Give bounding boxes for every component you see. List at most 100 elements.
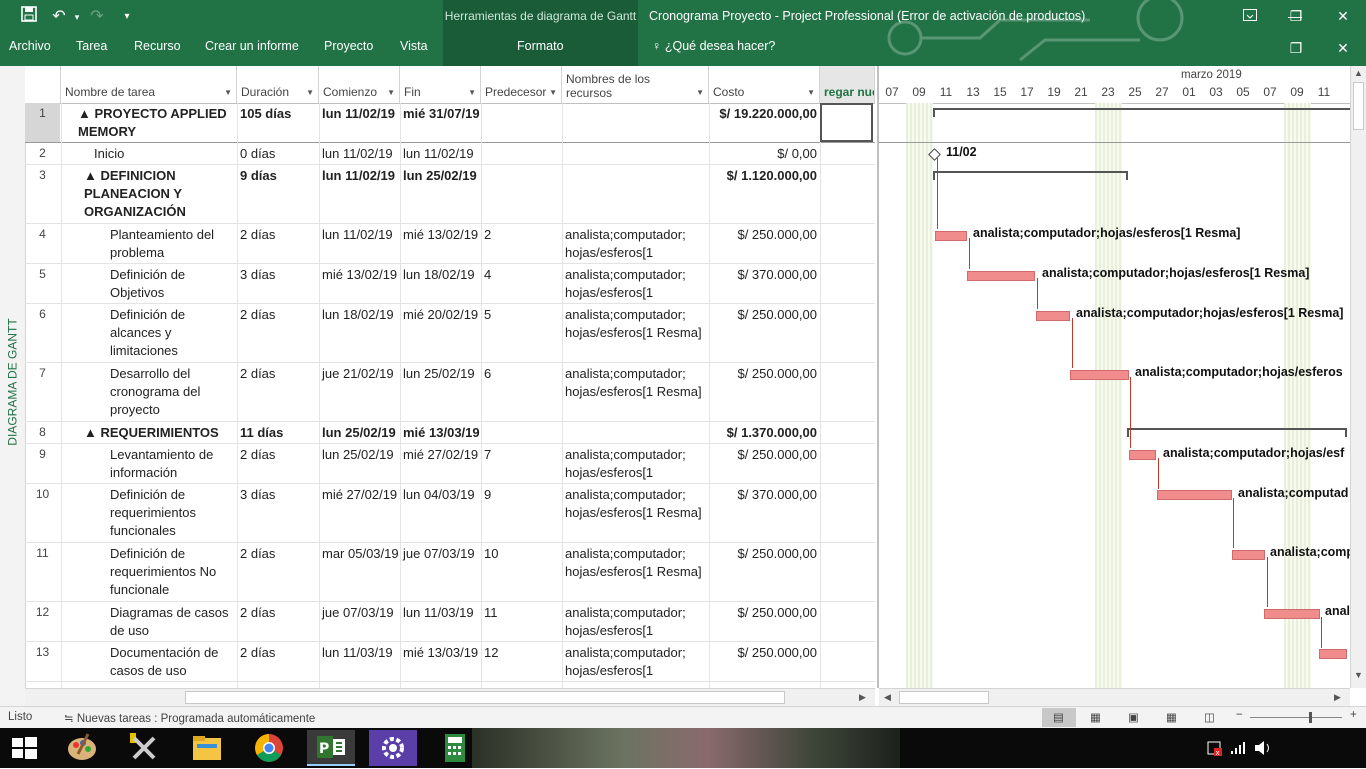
cell-pred[interactable]: 2: [481, 226, 562, 264]
cell-cost[interactable]: $/ 250.000,00: [709, 644, 820, 682]
task-usage-icon[interactable]: ▦: [1090, 710, 1101, 724]
chrome-icon[interactable]: [245, 730, 293, 766]
cell-res[interactable]: analista;computador; hojas/esferos[1 Res…: [562, 545, 709, 602]
cell-finish[interactable]: lun 04/03/19: [400, 486, 481, 543]
calculator-icon[interactable]: [431, 730, 479, 766]
summary-bar-definicion[interactable]: [933, 171, 1128, 173]
selected-cell[interactable]: [820, 103, 873, 142]
customize-qat-icon[interactable]: ▾: [116, 6, 138, 28]
cell-res[interactable]: analista;computador; hojas/esferos[1: [562, 226, 709, 264]
task-bar-6[interactable]: [1036, 311, 1070, 321]
filter-arrow-icon[interactable]: ▼: [549, 88, 557, 97]
task-bar-4[interactable]: [935, 231, 967, 241]
cell-finish[interactable]: mié 31/07/19: [400, 105, 481, 143]
project-taskbar-icon[interactable]: P: [307, 730, 355, 766]
cell-duration[interactable]: 2 días: [237, 446, 319, 484]
cell-start[interactable]: mié 13/02/19: [319, 266, 400, 304]
scroll-up-icon[interactable]: ▲: [1354, 68, 1363, 78]
cell-duration[interactable]: 0 días: [237, 145, 319, 165]
cell-res[interactable]: analista;computador; hojas/esferos[1: [562, 446, 709, 484]
settings-gear-icon[interactable]: [369, 730, 417, 766]
cell-pred[interactable]: 6: [481, 365, 562, 422]
row-number[interactable]: 10: [25, 487, 60, 501]
cell-finish[interactable]: lun 18/02/19: [400, 266, 481, 304]
cell-finish[interactable]: mié 20/02/19: [400, 306, 481, 363]
scroll-right-icon[interactable]: ▶: [859, 692, 866, 703]
gantt-horizontal-scrollbar[interactable]: ◀ ▶: [879, 688, 1350, 707]
cell-cost[interactable]: $/ 19.220.000,00: [709, 105, 820, 143]
row-number[interactable]: 6: [25, 307, 60, 321]
cell-start[interactable]: lun 11/02/19: [319, 167, 400, 224]
col-header-cost[interactable]: Costo ▼: [709, 66, 820, 103]
cell-start[interactable]: jue 07/03/19: [319, 604, 400, 642]
cell-finish[interactable]: lun 11/02/19: [400, 145, 481, 165]
cell-pred[interactable]: [481, 145, 562, 165]
filter-arrow-icon[interactable]: ▼: [224, 88, 232, 97]
cell-cost[interactable]: $/ 250.000,00: [709, 365, 820, 422]
cell-res[interactable]: analista;computador; hojas/esferos[1: [562, 604, 709, 642]
zoom-slider-thumb[interactable]: [1309, 712, 1312, 723]
col-header-finish[interactable]: Fin ▼: [400, 66, 481, 103]
windows-start-icon[interactable]: [0, 730, 48, 766]
vertical-scrollbar[interactable]: ▲ ▼: [1350, 66, 1366, 688]
report-icon[interactable]: ◫: [1204, 710, 1215, 724]
filter-arrow-icon[interactable]: ▼: [468, 88, 476, 97]
cell-duration[interactable]: 2 días: [237, 306, 319, 363]
cell-res[interactable]: analista;computador; hojas/esferos[1 Res…: [562, 486, 709, 543]
col-header-resources[interactable]: Nombres de los recursos ▼: [562, 66, 709, 103]
cell-name[interactable]: ▲ REQUERIMIENTOS: [81, 424, 237, 444]
select-all-corner[interactable]: [25, 66, 61, 103]
cell-duration[interactable]: 3 días: [237, 486, 319, 543]
col-header-name[interactable]: Nombre de tarea ▼: [61, 66, 237, 103]
cell-cost[interactable]: $/ 250.000,00: [709, 604, 820, 642]
cell-finish[interactable]: lun 25/02/19: [400, 365, 481, 422]
doc-close-icon[interactable]: ✕: [1328, 36, 1358, 60]
col-header-add-new[interactable]: regar nue: [820, 66, 875, 103]
cell-finish[interactable]: mié 13/02/19: [400, 226, 481, 264]
cell-res[interactable]: analista;computador; hojas/esferos[1 Res…: [562, 306, 709, 363]
cell-start[interactable]: mié 27/02/19: [319, 486, 400, 543]
cell-duration[interactable]: 2 días: [237, 604, 319, 642]
task-bar-5[interactable]: [967, 271, 1035, 281]
tab-tarea[interactable]: Tarea: [76, 39, 107, 53]
row-number[interactable]: 7: [25, 366, 60, 380]
vertical-scroll-thumb[interactable]: [1353, 82, 1364, 130]
cell-name[interactable]: Levantamiento de información: [107, 446, 237, 484]
cell-cost[interactable]: $/ 250.000,00: [709, 545, 820, 602]
scroll-right-icon[interactable]: ▶: [1334, 692, 1341, 703]
project-summary-bar[interactable]: [933, 108, 1352, 110]
cell-duration[interactable]: 3 días: [237, 266, 319, 304]
tools-app-icon[interactable]: [120, 730, 168, 766]
close-icon[interactable]: ✕: [1328, 4, 1358, 28]
cell-pred[interactable]: [481, 424, 562, 444]
filter-arrow-icon[interactable]: ▼: [696, 88, 704, 97]
tab-formato[interactable]: Formato: [517, 39, 564, 53]
col-header-predecessors[interactable]: Predecesor ▼: [481, 66, 562, 103]
task-bar-13[interactable]: [1319, 649, 1347, 659]
cell-pred[interactable]: [481, 105, 562, 143]
cell-finish[interactable]: lun 11/03/19: [400, 604, 481, 642]
volume-icon[interactable]: [1252, 730, 1274, 766]
cell-cost[interactable]: $/ 0,00: [709, 145, 820, 165]
grid-scroll-thumb[interactable]: [185, 691, 785, 704]
row-number[interactable]: 8: [25, 425, 60, 439]
cell-start[interactable]: lun 25/02/19: [319, 424, 400, 444]
tab-archivo[interactable]: Archivo: [9, 39, 51, 53]
zoom-in-icon[interactable]: +: [1350, 709, 1357, 721]
cell-duration[interactable]: 11 días: [237, 424, 319, 444]
redo-icon[interactable]: ↷: [86, 6, 108, 28]
task-bar-11[interactable]: [1232, 550, 1265, 560]
cell-res[interactable]: analista;computador; hojas/esferos[1 Res…: [562, 365, 709, 422]
new-tasks-mode[interactable]: ≒ Nuevas tareas : Programada automáticam…: [64, 711, 315, 725]
cell-start[interactable]: mar 05/03/19: [319, 545, 400, 602]
paint-icon[interactable]: [58, 730, 106, 766]
row-number[interactable]: 1: [25, 103, 60, 143]
cell-res[interactable]: [562, 145, 709, 165]
cell-duration[interactable]: 9 días: [237, 167, 319, 224]
cell-name[interactable]: ▲ DEFINICION PLANEACION Y ORGANIZACIÓN: [81, 167, 237, 224]
cell-pred[interactable]: 12: [481, 644, 562, 682]
task-bar-10[interactable]: [1157, 490, 1232, 500]
cell-duration[interactable]: 105 días: [237, 105, 319, 143]
row-number[interactable]: 3: [25, 168, 60, 182]
cell-cost[interactable]: $/ 1.120.000,00: [709, 167, 820, 224]
